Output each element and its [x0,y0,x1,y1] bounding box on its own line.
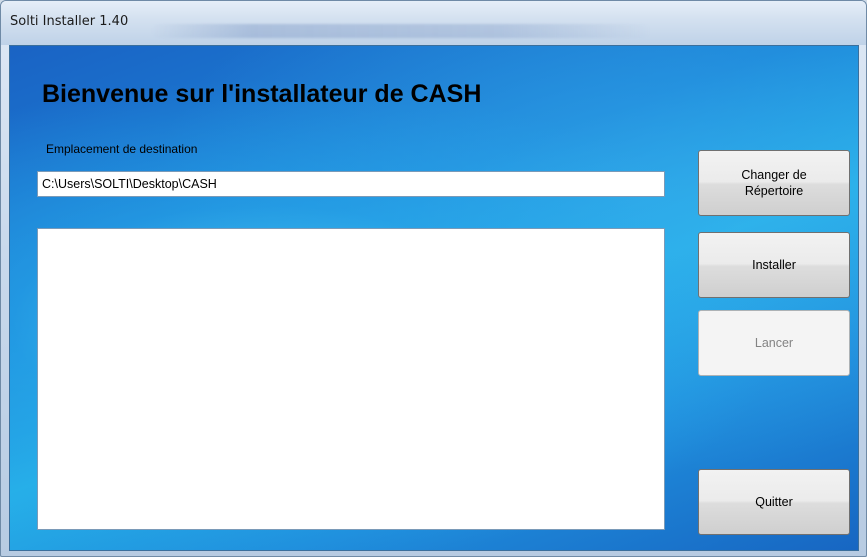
launch-label: Lancer [754,336,794,350]
title-bar[interactable]: Solti Installer 1.40 [1,1,866,45]
install-button[interactable]: Installer [698,232,850,298]
install-label: Installer [752,258,796,272]
title-bar-glass-reflection [151,24,651,38]
destination-path-input[interactable] [37,171,665,197]
installer-panel: Bienvenue sur l'installateur de CASH Emp… [9,45,859,551]
window-title: Solti Installer 1.40 [10,14,129,29]
launch-button-disabled[interactable]: Lancer [698,310,850,376]
destination-label: Emplacement de destination [46,142,198,156]
installer-window: Solti Installer 1.40 Bienvenue sur l'ins… [0,0,867,557]
log-output-box[interactable] [37,228,665,530]
welcome-heading: Bienvenue sur l'installateur de CASH [42,80,482,108]
quit-button[interactable]: Quitter [698,469,850,535]
change-directory-label: Changer de Répertoire [741,168,807,198]
change-directory-button[interactable]: Changer de Répertoire [698,150,850,216]
quit-label: Quitter [755,495,793,509]
